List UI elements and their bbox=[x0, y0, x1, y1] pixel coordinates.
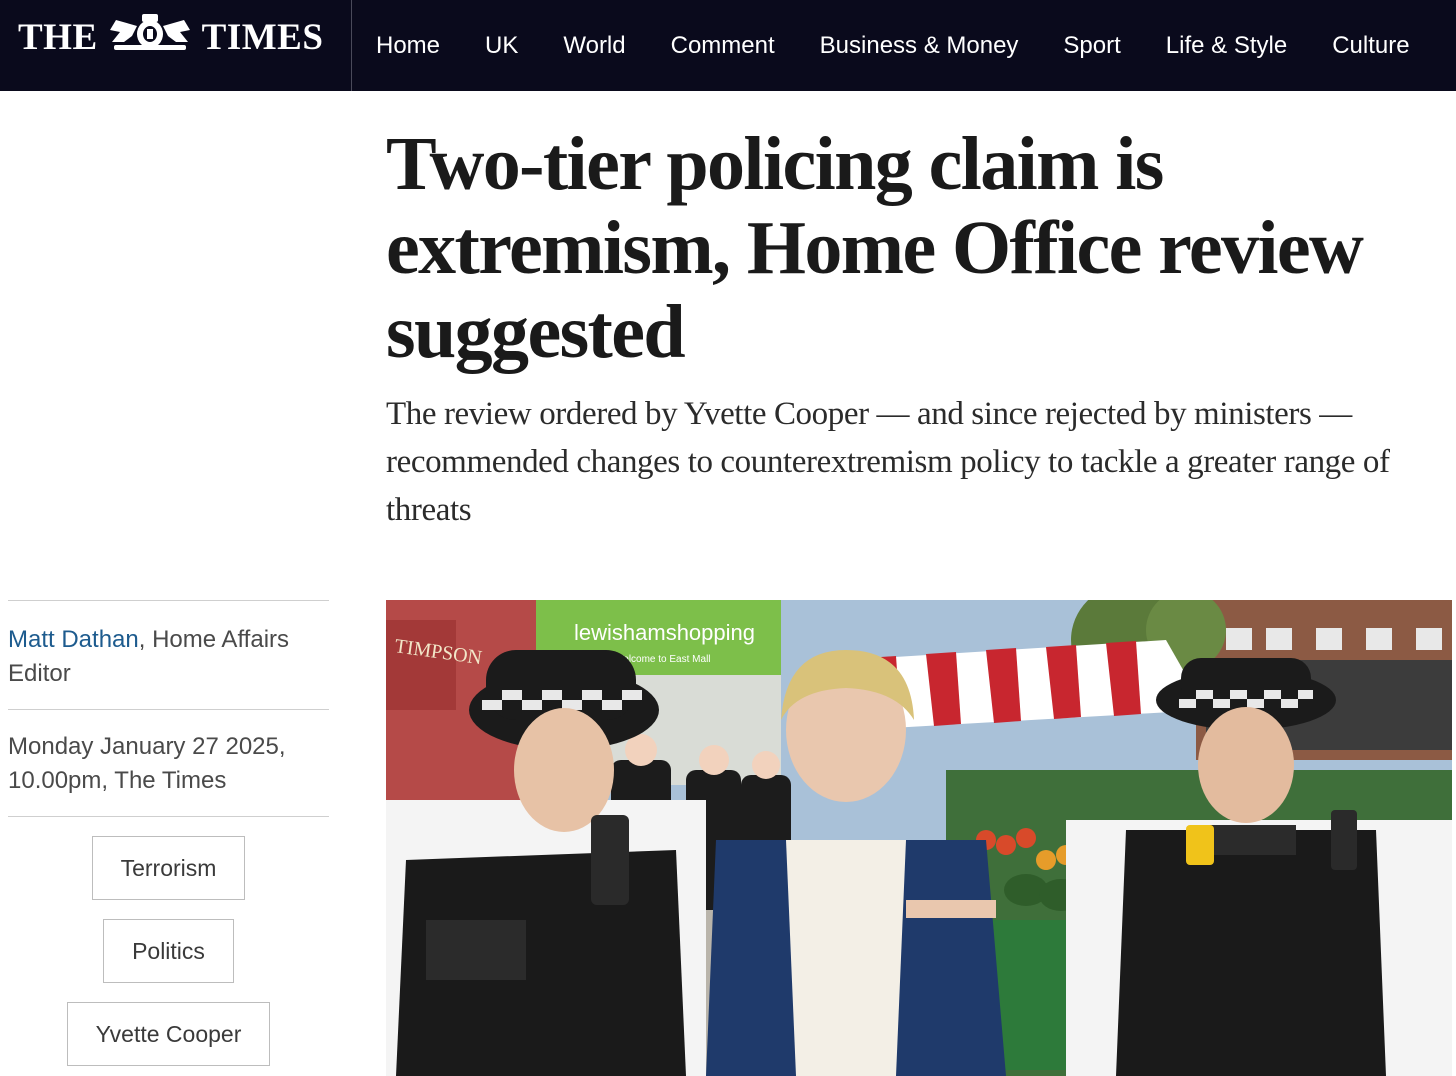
nav-item-culture[interactable]: Culture bbox=[1332, 32, 1409, 60]
article-standfirst: The review ordered by Yvette Cooper — an… bbox=[386, 396, 1390, 528]
nav-item-business-money[interactable]: Business & Money bbox=[820, 32, 1019, 60]
tag-yvette-cooper[interactable]: Yvette Cooper bbox=[66, 1002, 271, 1066]
publish-date: Monday January 27 2025, 10.00pm, The Tim… bbox=[8, 733, 286, 794]
nav-item-home[interactable]: Home bbox=[376, 32, 440, 60]
logo-area[interactable]: THE TIMES bbox=[0, 0, 352, 91]
logo-text-times: TIMES bbox=[201, 16, 324, 58]
nav-item-life-style[interactable]: Life & Style bbox=[1166, 32, 1287, 60]
nav-item-comment[interactable]: Comment bbox=[671, 32, 775, 60]
nav-item-world[interactable]: World bbox=[563, 32, 625, 60]
tag-politics[interactable]: Politics bbox=[103, 919, 234, 983]
logo-text-the: THE bbox=[18, 16, 98, 58]
nav-item-sport[interactable]: Sport bbox=[1063, 32, 1120, 60]
topic-tags: Terrorism Politics Yvette Cooper bbox=[8, 817, 329, 1076]
masthead: THE TIMES Home UK World Comment Business & M… bbox=[0, 0, 1456, 91]
article-headline: Two-tier policing claim is extremism, Ho… bbox=[386, 122, 1364, 374]
main-nav: Home UK World Comment Business & Money Sport L… bbox=[353, 0, 1456, 91]
the-times-logo[interactable]: THE TIMES bbox=[18, 14, 323, 60]
article-meta-sidebar: Matt Dathan, Home Affairs Editor Monday … bbox=[8, 600, 329, 1076]
mall-sign-text: lewishamshopping bbox=[574, 620, 755, 645]
nav-item-uk[interactable]: UK bbox=[485, 32, 518, 60]
tag-terrorism[interactable]: Terrorism bbox=[91, 836, 246, 900]
author-link[interactable]: Matt Dathan bbox=[8, 626, 139, 653]
royal-crest-icon bbox=[102, 12, 198, 62]
lead-photo[interactable]: TIMPSON lewishamshopping Welcome to East… bbox=[386, 600, 1452, 1076]
byline: Matt Dathan, Home Affairs Editor bbox=[8, 601, 329, 709]
